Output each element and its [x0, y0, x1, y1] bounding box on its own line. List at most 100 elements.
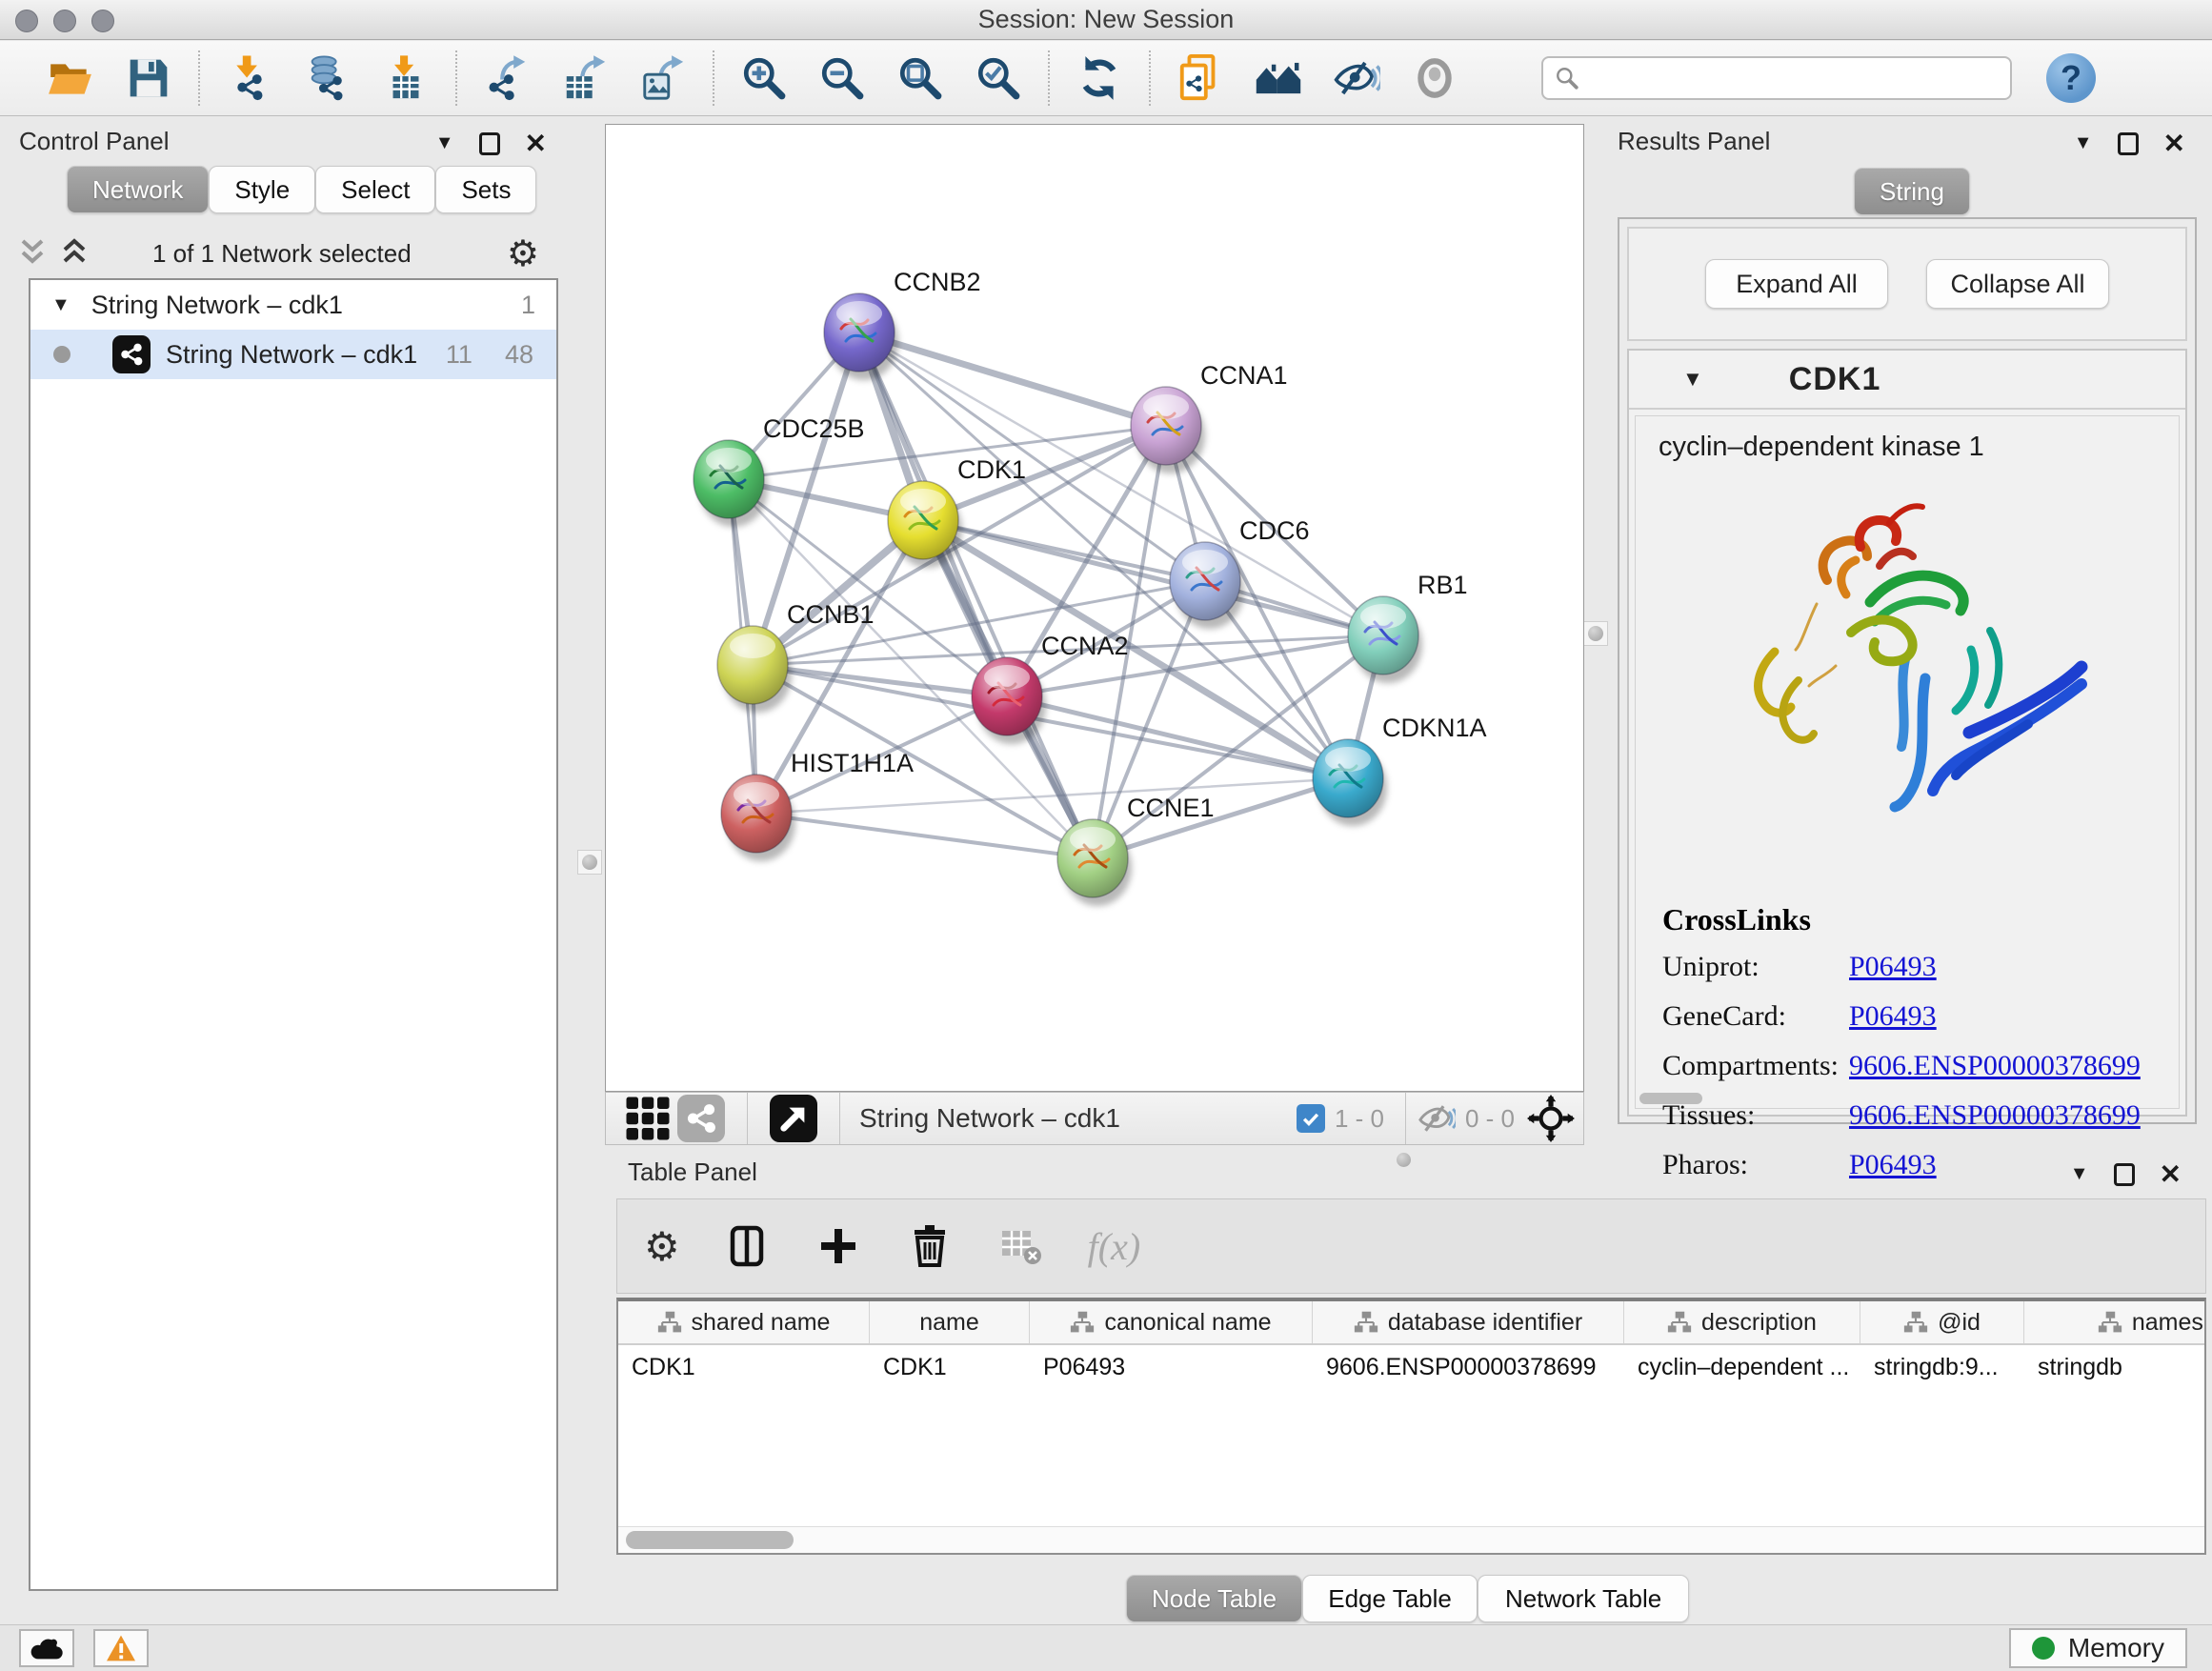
- delete-column-icon[interactable]: [905, 1221, 955, 1271]
- right-splitter-handle[interactable]: [1583, 621, 1608, 646]
- network-node-CCNB1[interactable]: [717, 626, 788, 704]
- table-cell[interactable]: stringdb: [2024, 1345, 2206, 1389]
- network-options-gear-icon[interactable]: ⚙: [507, 232, 539, 274]
- import-network-file-button[interactable]: [223, 51, 276, 105]
- control-panel-float-icon[interactable]: [479, 132, 500, 155]
- close-window-button[interactable]: [15, 10, 38, 32]
- gene-collapse-icon[interactable]: ▼: [1682, 367, 1703, 392]
- table-hscrollbar[interactable]: [618, 1526, 2204, 1553]
- warning-button[interactable]: [93, 1629, 149, 1667]
- tab-network-table[interactable]: Network Table: [1478, 1575, 1689, 1622]
- crosslink-link[interactable]: 9606.ENSP00000378699: [1849, 1099, 2141, 1132]
- control-panel-menu-icon[interactable]: ▼: [435, 132, 454, 154]
- show-all-button[interactable]: [1408, 51, 1461, 105]
- results-panel-menu-icon[interactable]: ▼: [2074, 132, 2093, 154]
- network-row[interactable]: String Network – cdk1 11 48: [30, 330, 556, 379]
- results-panel-close-icon[interactable]: ✕: [2163, 128, 2185, 159]
- table-hscrollbar-thumb[interactable]: [626, 1531, 794, 1549]
- column-header-name[interactable]: name: [870, 1301, 1030, 1343]
- tab-string[interactable]: String: [1854, 168, 1970, 215]
- table-row[interactable]: CDK1CDK1P064939606.ENSP00000378699cyclin…: [618, 1345, 2204, 1389]
- create-column-icon[interactable]: [814, 1221, 863, 1271]
- results-hscrollbar-thumb[interactable]: [1639, 1093, 1702, 1104]
- tab-style[interactable]: Style: [209, 166, 315, 213]
- zoom-fit-button[interactable]: [894, 51, 947, 105]
- memory-button[interactable]: Memory: [2009, 1628, 2187, 1668]
- import-table-button[interactable]: [379, 51, 432, 105]
- import-network-database-button[interactable]: [301, 51, 354, 105]
- help-button[interactable]: ?: [2046, 53, 2096, 103]
- crosslink-link[interactable]: P06493: [1849, 1000, 1937, 1033]
- pan-crosshair-icon[interactable]: [1524, 1092, 1578, 1145]
- table-panel-menu-icon[interactable]: ▼: [2070, 1163, 2089, 1185]
- network-edge[interactable]: [923, 520, 1383, 635]
- table-cell[interactable]: 9606.ENSP00000378699: [1313, 1345, 1624, 1389]
- expand-all-button[interactable]: Expand All: [1705, 259, 1888, 309]
- show-columns-icon[interactable]: [722, 1221, 772, 1271]
- selected-nodes-checkbox[interactable]: [1297, 1104, 1325, 1133]
- hide-selected-button[interactable]: [1330, 51, 1383, 105]
- save-session-button[interactable]: [122, 51, 175, 105]
- expand-all-icon[interactable]: [53, 234, 95, 272]
- houses-icon-button[interactable]: [1252, 51, 1305, 105]
- table-cell[interactable]: stringdb:9...: [1860, 1345, 2024, 1389]
- control-panel-close-icon[interactable]: ✕: [525, 128, 547, 159]
- export-network-button[interactable]: [480, 51, 533, 105]
- network-node-CCNA2[interactable]: [972, 657, 1042, 735]
- network-node-CDC6[interactable]: [1170, 542, 1240, 620]
- maximize-window-button[interactable]: [91, 10, 114, 32]
- table-options-gear-icon[interactable]: ⚙: [644, 1223, 680, 1270]
- table-cell[interactable]: cyclin–dependent ...: [1624, 1345, 1860, 1389]
- table-cell[interactable]: CDK1: [870, 1345, 1030, 1389]
- collection-expand-icon[interactable]: ▼: [51, 294, 70, 316]
- column-header-canonical-name[interactable]: canonical name: [1030, 1301, 1313, 1343]
- network-node-CDC25B[interactable]: [694, 440, 764, 518]
- minimize-window-button[interactable]: [53, 10, 76, 32]
- table-cell[interactable]: P06493: [1030, 1345, 1313, 1389]
- tab-sets[interactable]: Sets: [435, 166, 536, 213]
- network-node-HIST1H1A[interactable]: [721, 775, 792, 853]
- collapse-all-button[interactable]: Collapse All: [1926, 259, 2109, 309]
- table-panel-float-icon[interactable]: [2114, 1163, 2135, 1186]
- crosslink-link[interactable]: 9606.ENSP00000378699: [1849, 1050, 2141, 1082]
- network-share-icon[interactable]: [674, 1092, 728, 1145]
- network-edge[interactable]: [859, 332, 1093, 858]
- refresh-button[interactable]: [1073, 51, 1126, 105]
- network-collection-row[interactable]: ▼ String Network – cdk1 1: [30, 280, 556, 330]
- tab-network[interactable]: Network: [67, 166, 209, 213]
- network-node-CCNE1[interactable]: [1057, 819, 1128, 897]
- column-header-description[interactable]: description: [1624, 1301, 1860, 1343]
- search-box[interactable]: [1541, 56, 2012, 100]
- column-header-namespace[interactable]: namespace: [2024, 1301, 2206, 1343]
- network-view-canvas[interactable]: CCNB2CCNA1CDC25BCDK1CDC6RB1CCNB1CCNA2CDK…: [605, 124, 1584, 1092]
- column-header-database-identifier[interactable]: database identifier: [1313, 1301, 1624, 1343]
- search-input[interactable]: [1579, 65, 1980, 91]
- column-header--id[interactable]: @id: [1860, 1301, 2024, 1343]
- network-node-CDKN1A[interactable]: [1313, 739, 1383, 817]
- tab-edge-table[interactable]: Edge Table: [1302, 1575, 1478, 1622]
- open-session-button[interactable]: [44, 51, 97, 105]
- export-image-button[interactable]: [636, 51, 690, 105]
- grid-view-icon[interactable]: [621, 1092, 674, 1145]
- crosslink-link[interactable]: P06493: [1849, 951, 1937, 983]
- gene-header[interactable]: ▼ CDK1: [1629, 351, 2185, 410]
- network-node-CCNB2[interactable]: [824, 293, 895, 372]
- duplicate-network-button[interactable]: [1174, 51, 1227, 105]
- collapse-all-icon[interactable]: [11, 234, 53, 272]
- zoom-in-button[interactable]: [737, 51, 791, 105]
- network-node-CCNA1[interactable]: [1131, 387, 1201, 465]
- network-edge[interactable]: [859, 332, 1166, 426]
- network-node-CDK1[interactable]: [888, 481, 958, 559]
- left-splitter-handle[interactable]: [577, 850, 602, 875]
- cloud-button[interactable]: [19, 1629, 74, 1667]
- zoom-out-button[interactable]: [815, 51, 869, 105]
- column-header-shared-name[interactable]: shared name: [618, 1301, 870, 1343]
- tab-node-table[interactable]: Node Table: [1126, 1575, 1302, 1622]
- export-table-button[interactable]: [558, 51, 612, 105]
- results-panel-float-icon[interactable]: [2118, 132, 2139, 155]
- tab-select[interactable]: Select: [315, 166, 435, 213]
- zoom-selected-button[interactable]: [972, 51, 1025, 105]
- network-edge[interactable]: [756, 814, 1093, 858]
- birdseye-view-icon[interactable]: [767, 1092, 820, 1145]
- network-node-RB1[interactable]: [1348, 596, 1418, 674]
